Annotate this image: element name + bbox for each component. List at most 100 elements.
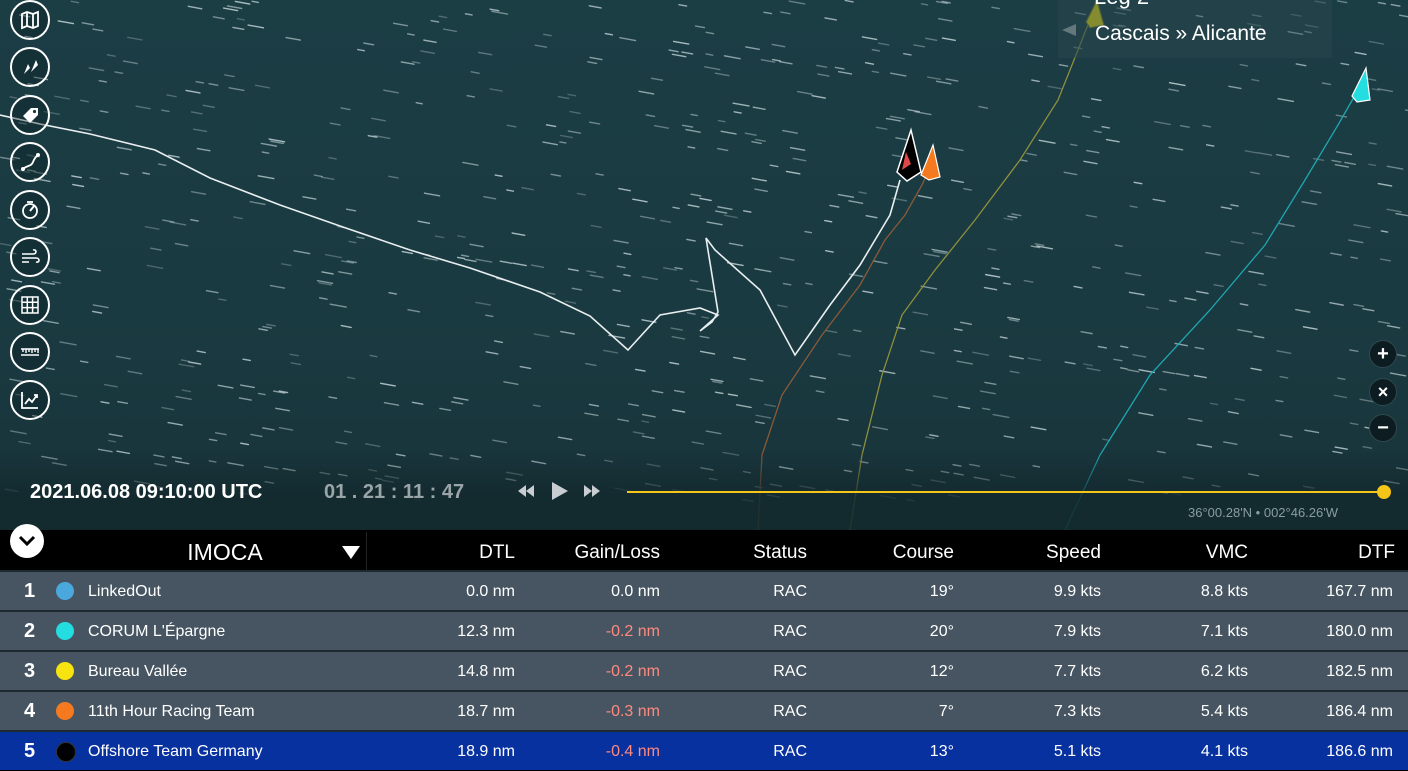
cell-dtf: 186.6 nm [1326,743,1393,760]
team-color-dot [56,742,76,762]
cell-vmc: 6.2 kts [1200,663,1248,680]
timeline-slider-handle[interactable] [1377,485,1391,499]
cell-status: RAC [773,703,807,720]
elapsed-time: 01 . 21 : 11 : 47 [324,481,465,503]
wind-icon [22,249,40,263]
play-button[interactable] [548,480,570,507]
table-row[interactable]: 1 LinkedOut 0.0 nm 0.0 nm RAC 19° 9.9 kts 8.8 k… [0,570,1408,610]
map-icon [21,10,39,30]
cell-speed: 9.9 kts [1053,583,1101,600]
cell-status: RAC [773,743,807,760]
labels-button[interactable] [10,95,50,135]
cell-course: 13° [929,743,954,760]
team-color-dot [56,662,74,680]
cell-speed: 5.1 kts [1053,743,1101,760]
cell-vmc: 5.4 kts [1200,703,1248,720]
fast-forward-button[interactable] [582,480,602,507]
col-speed[interactable]: Speed [1010,542,1101,564]
table-row[interactable]: 5 Offshore Team Germany 18.9 nm -0.4 nm RAC 1… [0,730,1408,770]
cell-dtl: 12.3 nm [457,623,515,640]
zoom-out-button[interactable]: − [1369,414,1397,442]
table-row[interactable]: 3 Bureau Vallée 14.8 nm -0.2 nm RAC 12° 7.7 kt… [0,650,1408,690]
col-vmc[interactable]: VMC [1160,542,1248,564]
cell-dtl: 18.7 nm [457,703,515,720]
tag-icon [23,108,38,123]
cell-dtf: 186.4 nm [1326,703,1393,720]
rank-number: 5 [24,740,36,762]
class-select-label: IMOCA [187,539,263,565]
rewind-icon [518,485,534,497]
chart-icon [21,392,38,409]
rank-number: 1 [24,580,36,602]
leg-title: Leg 2 [1094,0,1149,10]
rewind-button[interactable] [516,480,536,507]
cell-gain: -0.4 nm [605,743,660,760]
cell-course: 19° [929,583,954,600]
team-color-dot [56,702,74,720]
cell-status: RAC [773,583,807,600]
col-dtl[interactable]: DTL [440,542,515,564]
ruler-button[interactable] [10,332,50,372]
race-map[interactable]: Leg 2 Cascais » Alicante + × − [0,0,1408,530]
tracks-button[interactable] [10,142,50,182]
col-gain-loss[interactable]: Gain/Loss [540,542,660,564]
rank-number: 2 [24,620,36,642]
compass-icon [22,201,38,219]
compass-button[interactable] [10,190,50,230]
cell-status: RAC [773,623,807,640]
team-name: Bureau Vallée [88,663,188,680]
team-name: LinkedOut [88,583,161,600]
boats-button[interactable] [10,47,50,87]
ruler-icon [21,348,39,356]
timeline-slider-track[interactable] [627,491,1384,493]
cell-speed: 7.3 kts [1053,703,1101,720]
cell-course: 12° [929,663,954,680]
rank-number: 4 [24,700,36,722]
chevron-down-icon [18,535,36,547]
cell-dtf: 167.7 nm [1326,583,1393,600]
cell-status: RAC [773,663,807,680]
cell-gain: -0.3 nm [605,703,660,720]
grid-icon [21,296,39,314]
cell-vmc: 4.1 kts [1200,743,1248,760]
cell-dtl: 14.8 nm [457,663,515,680]
cursor-coordinates: 36°00.28'N • 002°46.26'W [1188,505,1339,520]
zoom-in-button[interactable]: + [1369,340,1397,368]
fast-forward-icon [584,485,600,497]
map-layers-button[interactable] [10,0,50,40]
team-color-dot [56,582,74,600]
grid-button[interactable] [10,285,50,325]
cell-dtf: 182.5 nm [1326,663,1393,680]
team-name: CORUM L'Épargne [88,623,226,640]
boat-11th-hour[interactable] [920,142,941,181]
cell-dtl: 0.0 nm [466,583,515,600]
zoom-reset-button[interactable]: × [1369,378,1397,406]
class-select[interactable]: IMOCA [48,532,367,570]
col-dtf[interactable]: DTF [1320,542,1395,564]
table-row[interactable]: 2 CORUM L'Épargne 12.3 nm -0.2 nm RAC 20° 7.9 … [0,610,1408,650]
table-row[interactable]: 4 11th Hour Racing Team 18.7 nm -0.3 nm RAC 7… [0,690,1408,730]
cell-speed: 7.9 kts [1053,623,1101,640]
col-course[interactable]: Course [860,542,954,564]
cell-dtf: 180.0 nm [1326,623,1393,640]
chevron-down-icon [342,546,360,559]
play-icon [552,482,568,500]
boat-offshore-team-germany[interactable] [896,127,922,182]
boats-icon [24,60,38,74]
rank-number: 3 [24,660,36,682]
collapse-panel-button[interactable] [10,524,44,558]
team-name: 11th Hour Racing Team [88,703,255,720]
cell-gain: -0.2 nm [605,623,660,640]
boat-corum[interactable] [1351,65,1371,103]
cell-vmc: 7.1 kts [1200,623,1248,640]
cell-gain: -0.2 nm [605,663,660,680]
cell-dtl: 18.9 nm [457,743,515,760]
wind-button[interactable] [10,237,50,277]
cell-speed: 7.7 kts [1053,663,1101,680]
leg-route: Cascais » Alicante [1095,22,1267,45]
team-name: Offshore Team Germany [88,743,263,760]
col-status[interactable]: Status [720,542,807,564]
cell-vmc: 8.8 kts [1200,583,1248,600]
team-color-dot [56,622,74,640]
stats-button[interactable] [10,380,50,420]
